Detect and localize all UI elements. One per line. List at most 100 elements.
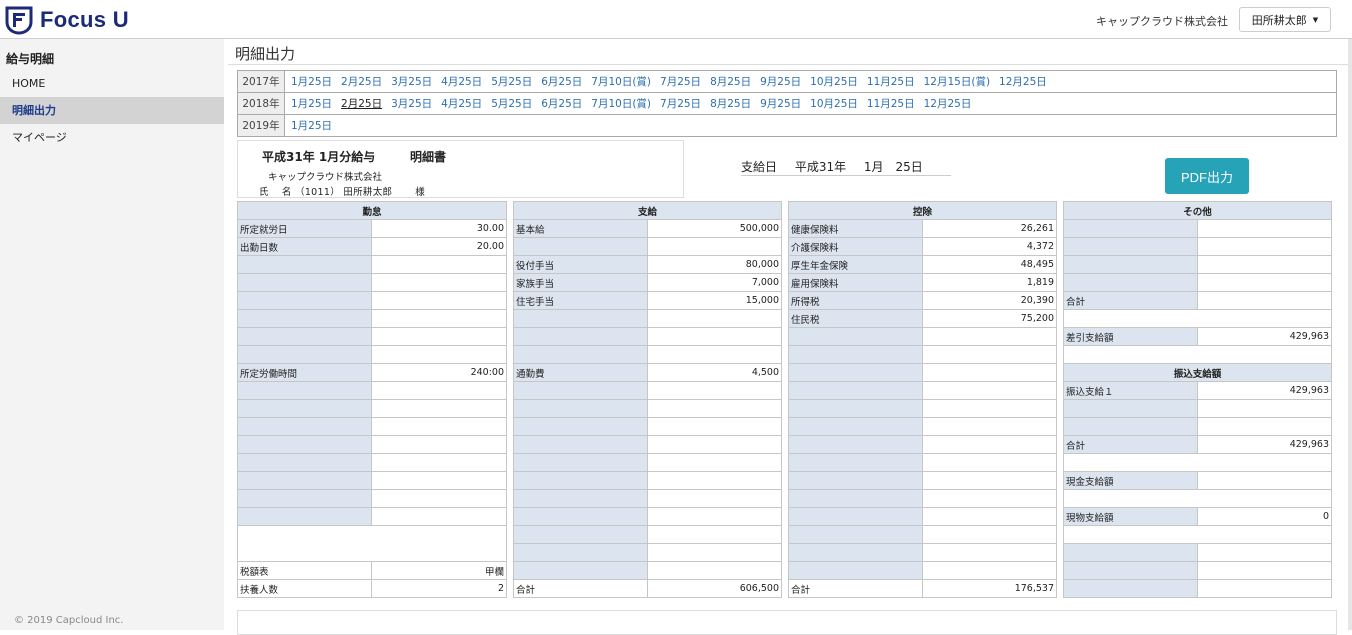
row-value (370, 417, 508, 436)
row-value: 500,000 (646, 219, 783, 238)
row-value (370, 291, 508, 310)
table-row (513, 345, 783, 364)
date-link[interactable]: 11月25日 (867, 76, 915, 88)
date-link[interactable]: 1月25日 (291, 120, 332, 132)
date-link[interactable]: 12月15日(賞) (924, 76, 990, 88)
row-value (646, 471, 783, 490)
year-label: 2017年 (237, 70, 285, 93)
row-value (370, 399, 508, 418)
empty-value (1196, 399, 1333, 418)
date-link[interactable]: 6月25日 (541, 98, 582, 110)
row-label (788, 399, 923, 418)
table-row (788, 525, 1058, 544)
table-row (513, 507, 783, 526)
date-link[interactable]: 3月25日 (391, 98, 432, 110)
date-link[interactable]: 2月25日 (341, 98, 382, 110)
date-link[interactable]: 2月25日 (341, 76, 382, 88)
date-link[interactable]: 4月25日 (441, 98, 482, 110)
date-link[interactable]: 10月25日 (810, 98, 858, 110)
row-label (237, 273, 372, 292)
row-value (1196, 219, 1333, 238)
table-row (237, 489, 508, 508)
row-value (370, 273, 508, 292)
table-row (237, 309, 508, 328)
row-label (1063, 255, 1198, 274)
table-row: 所得税 20,390 (788, 291, 1058, 310)
row-value (921, 561, 1058, 580)
payment-total-label: 合計 (513, 579, 648, 598)
date-link[interactable]: 9月25日 (760, 76, 801, 88)
row-label: 所定就労日 (237, 219, 372, 238)
date-link[interactable]: 7月10日(賞) (591, 76, 651, 88)
date-link[interactable]: 1月25日 (291, 98, 332, 110)
row-value (646, 327, 783, 346)
row-value (921, 417, 1058, 436)
deduction-table: 控除 健康保険料 26,261 介護保険料 4,372 厚生年金保険 48,495 雇用保険… (787, 201, 1058, 598)
date-link[interactable]: 6月25日 (541, 76, 582, 88)
year-row-2019: 2019年 1月25日 (237, 114, 1337, 137)
cash-pay-value (1196, 471, 1333, 490)
date-link[interactable]: 7月25日 (660, 76, 701, 88)
date-link[interactable]: 4月25日 (441, 76, 482, 88)
attendance-header: 勤怠 (236, 201, 508, 220)
date-link[interactable]: 8月25日 (710, 76, 751, 88)
date-link[interactable]: 10月25日 (810, 76, 858, 88)
sidebar-item-home[interactable]: HOME (0, 70, 224, 97)
row-label: 住宅手当 (513, 291, 648, 310)
date-link[interactable]: 12月25日 (999, 76, 1047, 88)
table-row (1063, 579, 1333, 598)
table-row (237, 291, 508, 310)
cash-pay-label: 現金支給額 (1063, 471, 1198, 490)
table-row (788, 345, 1058, 364)
slip-doc-label: 明細書 (410, 150, 447, 164)
table-row: 介護保険料 4,372 (788, 237, 1058, 256)
table-row (1063, 219, 1333, 238)
row-value (1196, 237, 1333, 256)
in-kind-pay-value: 0 (1196, 507, 1333, 526)
row-label: 家族手当 (513, 273, 648, 292)
date-link[interactable]: 9月25日 (760, 98, 801, 110)
row-value: 26,261 (921, 219, 1058, 238)
row-value (370, 309, 508, 328)
row-value (921, 525, 1058, 544)
row-label: 役付手当 (513, 255, 648, 274)
date-link[interactable]: 7月10日(賞) (591, 98, 651, 110)
transfer-header: 振込支給額 (1062, 363, 1333, 382)
slip-company: キャップクラウド株式会社 (268, 172, 383, 183)
empty-label (1063, 561, 1198, 580)
caret-down-icon: ▼ (1312, 15, 1319, 24)
date-link[interactable]: 5月25日 (491, 76, 532, 88)
row-label (1063, 237, 1198, 256)
blank-cell (1062, 345, 1333, 364)
row-label (237, 507, 372, 526)
table-row (788, 417, 1058, 436)
row-value (921, 471, 1058, 490)
logo[interactable]: Focus U (4, 5, 129, 35)
table-row: 差引支給額 429,963 (1063, 327, 1333, 346)
other-subtotal-value (1196, 291, 1333, 310)
logo-text: Focus U (40, 7, 129, 32)
user-menu-dropdown[interactable]: 田所耕太郎 ▼ (1239, 7, 1331, 32)
row-label (237, 399, 372, 418)
date-link[interactable]: 7月25日 (660, 98, 701, 110)
dependents-value: 2 (370, 579, 508, 598)
user-name: 田所耕太郎 (1251, 13, 1307, 27)
date-link[interactable]: 3月25日 (391, 76, 432, 88)
date-link[interactable]: 5月25日 (491, 98, 532, 110)
pdf-output-button[interactable]: PDF出力 (1165, 158, 1249, 194)
row-label: 雇用保険料 (788, 273, 923, 292)
date-link[interactable]: 1月25日 (291, 76, 332, 88)
date-link[interactable]: 11月25日 (867, 98, 915, 110)
scrollbar[interactable] (1348, 39, 1352, 630)
row-value: 4,500 (646, 363, 783, 382)
row-value (921, 543, 1058, 562)
date-link[interactable]: 8月25日 (710, 98, 751, 110)
row-label (237, 471, 372, 490)
date-link[interactable]: 12月25日 (924, 98, 972, 110)
table-row: 住宅手当 15,000 (513, 291, 783, 310)
sidebar-item-mypage[interactable]: マイページ (0, 124, 224, 151)
sidebar-item-statement-output[interactable]: 明細出力 (0, 97, 224, 124)
row-label (237, 255, 372, 274)
table-row (513, 309, 783, 328)
empty-value (1196, 561, 1333, 580)
